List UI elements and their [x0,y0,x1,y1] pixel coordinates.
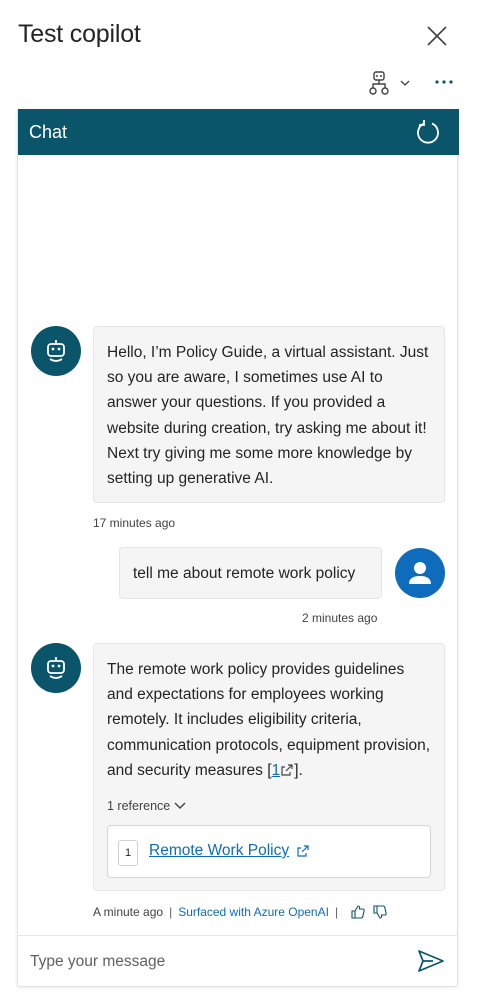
close-icon[interactable] [424,23,450,49]
thumbs-up-icon[interactable] [350,904,366,920]
references-toggle[interactable]: 1 reference [107,799,187,813]
refresh-icon[interactable] [415,119,441,145]
reference-card[interactable]: 1 Remote Work Policy [107,825,431,878]
chevron-down-icon[interactable] [399,78,411,88]
page-title: Test copilot [18,20,141,48]
topic-tree-icon[interactable] [368,70,392,96]
message-timestamp: A minute ago [93,905,164,919]
message-text: tell me about remote work policy [133,565,356,582]
chat-title: Chat [29,122,68,142]
bot-message: The remote work policy provides guidelin… [93,643,445,891]
external-link-icon[interactable] [280,763,294,777]
meta-separator: | [169,905,173,919]
reference-number: 1 [118,840,138,866]
message-timestamp: 17 minutes ago [93,516,176,530]
meta-separator: | [334,905,339,919]
bot-avatar [31,326,81,376]
chat-panel: Chat Hello, I’m Policy Guide, a virtual … [17,109,459,987]
more-icon[interactable] [432,72,456,92]
external-link-icon[interactable] [296,844,310,858]
references-label: 1 reference [107,799,171,813]
source-label: Surfaced with Azure OpenAI [178,905,329,919]
send-icon[interactable] [417,949,445,973]
bot-icon [47,657,65,679]
thumbs-down-icon[interactable] [372,904,388,920]
reference-link[interactable]: Remote Work Policy [149,842,289,860]
chevron-down-icon [174,802,186,809]
bot-avatar [31,643,81,693]
message-meta: A minute ago | Surfaced with Azure OpenA… [93,904,388,920]
citation-link[interactable]: 1 [272,762,281,779]
bot-message: Hello, I’m Policy Guide, a virtual assis… [93,326,445,503]
message-input[interactable] [30,947,400,977]
user-message: tell me about remote work policy [119,547,382,599]
citation-close: ]. [294,761,303,779]
bot-icon [47,340,65,362]
message-text: Hello, I’m Policy Guide, a virtual assis… [107,344,429,488]
message-text: The remote work policy provides guidelin… [107,657,431,783]
user-avatar [395,548,445,598]
composer-divider [18,935,457,936]
chat-header: Chat [18,109,459,155]
message-timestamp: 2 minutes ago [302,611,378,625]
user-icon [409,562,431,584]
